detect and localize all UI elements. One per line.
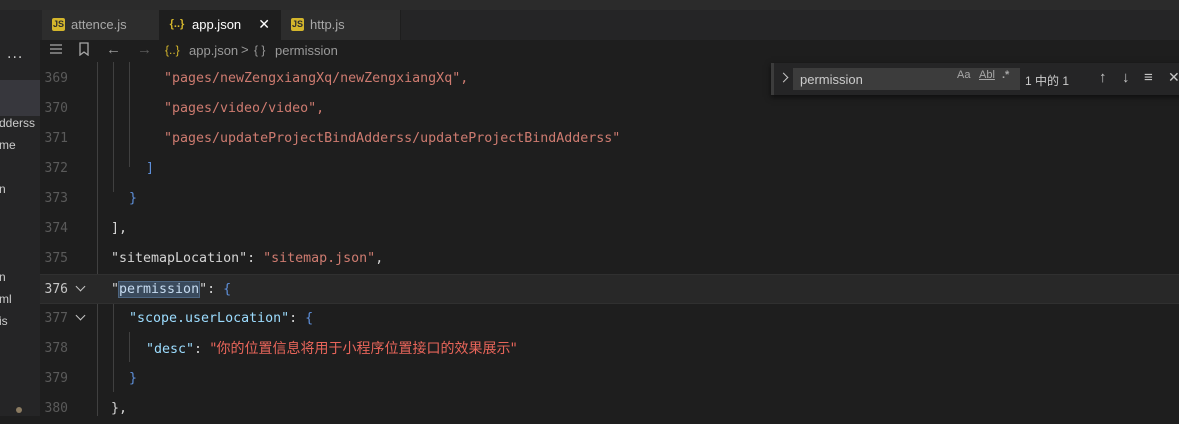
tab-attence-js[interactable]: JS attence.js (42, 10, 160, 40)
code-text: "permission": { (111, 281, 232, 298)
json-key: "sitemapLocation" (111, 251, 248, 266)
code-line: 379 } (40, 364, 1179, 394)
json-value: "sitemap.json" (263, 251, 376, 266)
symbol-icon: { } (254, 43, 266, 57)
code-editor[interactable]: 369 "pages/newZengxiangXq/newZengxiangXq… (40, 62, 1179, 416)
fold-chevron-icon[interactable] (76, 283, 86, 293)
find-widget: Aa Abl .* 1 中的 1 ↑ ↓ ≡ ✕ (771, 63, 1179, 95)
file-name-fragment[interactable]: ml (0, 292, 12, 306)
json-value: "你的位置信息将用于小程序位置接口的效果展示" (210, 341, 517, 357)
json-brace: { (223, 282, 232, 297)
breadcrumb-file[interactable]: app.json (189, 43, 238, 58)
code-text: "pages/newZengxiangXq/newZengxiangXq", (164, 71, 469, 86)
line-number: 376 (44, 282, 68, 297)
line-number: 372 (44, 161, 68, 176)
breadcrumb-symbol[interactable]: permission (275, 43, 338, 58)
modified-dot-icon (16, 407, 22, 413)
fold-chevron-icon[interactable] (76, 312, 86, 322)
explorer-sidebar: ... dderss me n n ml is (0, 10, 40, 416)
more-icon[interactable]: ... (7, 46, 23, 62)
code-text: "pages/updateProjectBindAdderss/updatePr… (164, 131, 621, 146)
code-text: "pages/video/video", (164, 101, 325, 116)
search-match-highlight: permission (118, 281, 201, 298)
line-number: 375 (44, 251, 68, 266)
line-number: 379 (44, 371, 68, 386)
title-bar (0, 0, 1179, 10)
code-text: ] (146, 161, 155, 176)
code-text: "sitemapLocation": "sitemap.json", (111, 251, 384, 266)
line-number: 373 (44, 191, 68, 206)
code-line: 375 "sitemapLocation": "sitemap.json", (40, 244, 1179, 274)
code-line: 371 "pages/updateProjectBindAdderss/upda… (40, 124, 1179, 154)
json-brace: { (305, 311, 314, 326)
code-line: 378 "desc": "你的位置信息将用于小程序位置接口的效果展示" (40, 334, 1179, 364)
close-icon[interactable]: ✕ (1168, 69, 1179, 86)
line-number: 378 (44, 341, 68, 356)
file-name-fragment[interactable]: dderss (0, 116, 35, 130)
json-file-icon: {..} (165, 43, 180, 57)
line-number: 377 (44, 311, 68, 326)
code-line-current: 376 "permission": { (40, 274, 1179, 304)
regex-icon[interactable]: .* (1002, 69, 1009, 81)
tab-app-json[interactable]: {..} app.json ✕ (160, 10, 281, 40)
code-text: ], (111, 221, 128, 236)
code-line: 373 } (40, 184, 1179, 214)
line-number: 370 (44, 101, 68, 116)
toggle-replace-chevron-icon[interactable] (780, 71, 790, 85)
line-number: 369 (44, 71, 68, 86)
code-text: } (129, 371, 138, 386)
code-text: } (129, 191, 138, 206)
line-number: 374 (44, 221, 68, 236)
back-arrow-icon[interactable]: ← (106, 41, 121, 58)
code-line: 380 }, (40, 394, 1179, 424)
selected-file-row[interactable] (0, 80, 40, 116)
tab-label: attence.js (71, 17, 127, 32)
bookmark-icon[interactable] (78, 42, 90, 59)
tab-label: app.json (192, 17, 242, 32)
code-text: "scope.userLocation": { (129, 311, 314, 326)
code-text: }, (111, 401, 128, 416)
list-icon[interactable] (48, 42, 64, 59)
js-file-icon: JS (291, 18, 304, 31)
previous-match-icon[interactable]: ↑ (1099, 69, 1107, 86)
line-number: 380 (44, 401, 68, 416)
json-file-icon: {..} (169, 18, 185, 30)
whole-word-icon[interactable]: Abl (979, 69, 995, 81)
line-number: 371 (44, 131, 68, 146)
code-line: 370 "pages/video/video", (40, 94, 1179, 124)
forward-arrow-icon[interactable]: → (137, 41, 152, 58)
tab-bar: JS attence.js {..} app.json ✕ JS http.js (0, 10, 1179, 40)
file-name-fragment[interactable]: n (0, 182, 6, 196)
file-name-fragment[interactable]: me (0, 138, 16, 152)
next-match-icon[interactable]: ↓ (1122, 69, 1130, 86)
json-key: "desc" (146, 342, 195, 357)
file-name-fragment[interactable]: is (0, 314, 8, 328)
js-file-icon: JS (52, 18, 65, 31)
file-name-fragment[interactable]: n (0, 270, 6, 284)
tab-label: http.js (310, 17, 345, 32)
json-key: "scope.userLocation" (129, 311, 290, 326)
match-count: 1 中的 1 (1025, 74, 1070, 88)
code-line: 374 ], (40, 214, 1179, 244)
code-text: "desc": "你的位置信息将用于小程序位置接口的效果展示" (146, 341, 517, 357)
code-line: 377 "scope.userLocation": { (40, 304, 1179, 334)
breadcrumb-separator: > (241, 42, 249, 57)
code-line: 372 ] (40, 154, 1179, 184)
find-in-selection-icon[interactable]: ≡ (1144, 69, 1153, 86)
tab-http-js[interactable]: JS http.js (281, 10, 401, 40)
breadcrumb: ← → {..} app.json > { } permission (40, 40, 1179, 62)
close-icon[interactable]: ✕ (258, 16, 270, 33)
match-case-icon[interactable]: Aa (957, 69, 970, 81)
